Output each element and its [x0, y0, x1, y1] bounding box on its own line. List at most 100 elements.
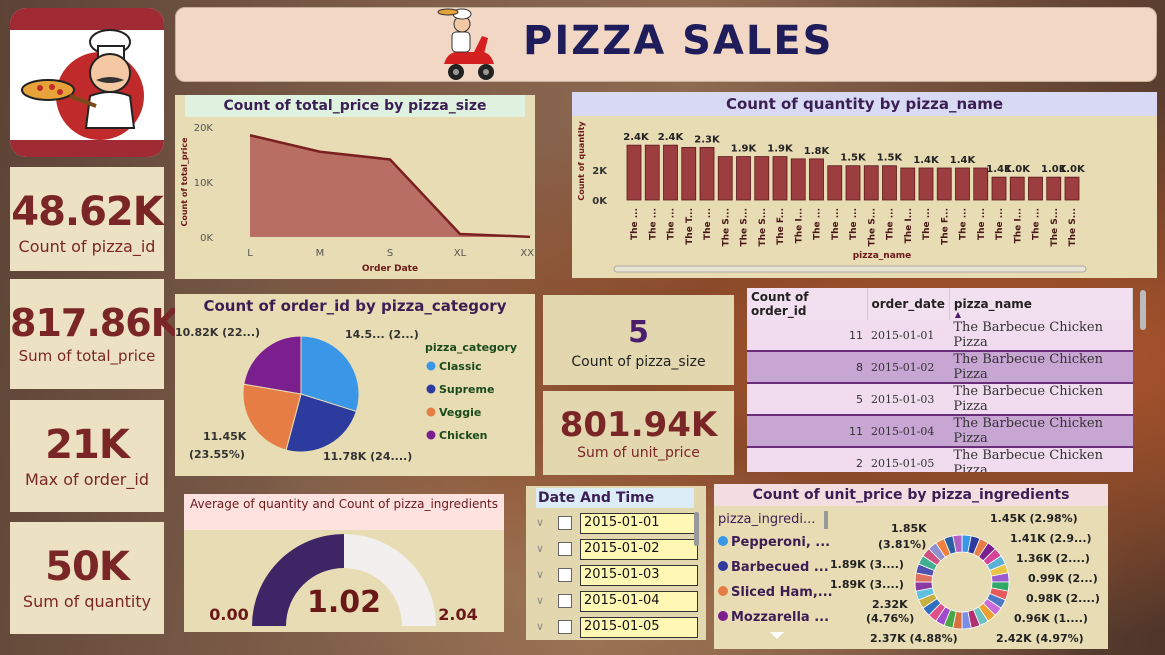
donut-data-label: 1.89K (3....) [830, 578, 904, 591]
pie-chart[interactable]: 14.5... (2...) 11.78K (24....) 11.45K (23.5… [175, 318, 535, 476]
checkbox[interactable] [558, 620, 572, 634]
x-tick-label: The F... [776, 208, 786, 245]
slicer-item[interactable]: ∨ 2015-01-05 [536, 616, 698, 638]
checkbox[interactable] [558, 542, 572, 556]
slicer-scrollbar[interactable] [694, 512, 699, 546]
column-header-name[interactable]: pizza_name ▲ [949, 288, 1133, 320]
x-tick-label: The ... [959, 208, 969, 240]
column-header-date[interactable]: order_date [867, 288, 950, 320]
y-tick-label: 0K [592, 196, 608, 207]
table-row[interactable]: 11 2015-01-01 The Barbecue Chicken Pizza [747, 320, 1133, 352]
pie-chart-card[interactable]: Count of order_id by pizza_category 14.5… [175, 294, 535, 476]
table-row[interactable]: 11 2015-01-04 The Barbecue Chicken Pizza [747, 415, 1133, 448]
gauge-value-label: 1.02 [307, 585, 381, 620]
chef-logo-icon [21, 29, 144, 140]
data-label: 1.5K [840, 153, 867, 164]
data-label: 1.5K [877, 153, 904, 164]
kpi-max-order-id: 21K Max of order_id [10, 400, 164, 512]
slicer-item[interactable]: ∨ 2015-01-02 [536, 538, 698, 560]
chevron-down-icon[interactable]: ∨ [536, 620, 550, 634]
cell-count: 2 [747, 447, 867, 472]
legend-title: pizza_ingredi... [718, 512, 815, 527]
x-tick-label: The I... [1013, 208, 1023, 243]
bar [863, 165, 879, 201]
table-row[interactable]: 2 2015-01-05 The Barbecue Chicken Pizza [747, 447, 1133, 472]
area-chart[interactable]: 0K 10K 20K Count of total_price L M S XL XXL Orde… [175, 117, 535, 279]
cell-pizza-name: The Barbecue Chicken Pizza [949, 351, 1133, 384]
cell-pizza-name: The Barbecue Chicken Pizza [949, 383, 1133, 416]
chevron-down-icon[interactable]: ∨ [536, 568, 550, 582]
gauge-min-label: 0.00 [209, 605, 248, 624]
table-row[interactable]: 5 2015-01-03 The Barbecue Chicken Pizza [747, 383, 1133, 416]
chevron-down-icon[interactable]: ∨ [536, 594, 550, 608]
legend-item-label: Veggie [439, 406, 481, 419]
x-tick-label: L [247, 248, 253, 259]
table-row[interactable]: 8 2015-01-02 The Barbecue Chicken Pizza [747, 351, 1133, 384]
bar [754, 156, 770, 201]
gauge-card[interactable]: Average of quantity and Count of pizza_i… [184, 494, 504, 632]
page-title: PIZZA SALES [523, 18, 834, 64]
date-slicer[interactable]: Date And Time ∨ 2015-01-01 ∨ 2015-01-02 ∨ 2… [526, 486, 706, 640]
y-tick-label: 2K [592, 166, 608, 177]
legend-scrollbar [824, 511, 828, 529]
bar [845, 165, 861, 201]
legend-marker [718, 611, 728, 621]
slice-label: (23.55%) [189, 448, 245, 461]
x-axis-label: Order Date [362, 264, 418, 274]
x-tick-label: The ... [922, 208, 932, 240]
kpi-label: Sum of unit_price [577, 445, 700, 461]
slicer-item[interactable]: ∨ 2015-01-04 [536, 590, 698, 612]
slicer-item[interactable]: ∨ 2015-01-01 [536, 512, 698, 534]
legend-marker [426, 361, 436, 371]
chevron-down-icon[interactable]: ∨ [536, 516, 550, 530]
bar [827, 165, 843, 201]
bar-chart[interactable]: 2K 0K Count of quantity The ... The ... The .… [572, 116, 1157, 278]
slicer-item[interactable]: ∨ 2015-01-03 [536, 564, 698, 586]
checkbox[interactable] [558, 568, 572, 582]
data-label: 1.9K [731, 144, 758, 155]
data-label: 2.4K [658, 132, 685, 143]
area-chart-card[interactable]: Count of total_price by pizza_size 0K 10K… [175, 95, 535, 279]
sort-ascending-icon[interactable]: ▲ [955, 310, 961, 319]
y-axis-label: Count of quantity [577, 121, 586, 201]
cell-count: 8 [747, 351, 867, 384]
column-header-count[interactable]: Count of order_id [747, 288, 868, 320]
x-tick-label: The F... [940, 208, 950, 245]
data-label: 1.4K [913, 155, 940, 166]
y-axis-label: Count of total_price [180, 137, 189, 227]
orders-table[interactable]: Count of order_id order_date pizza_name ▲… [747, 288, 1133, 472]
x-tick-label: S [387, 248, 393, 259]
x-axis-label: pizza_name [853, 251, 912, 261]
bar [717, 156, 733, 201]
donut-chart-card[interactable]: Count of unit_price by pizza_ingredients… [714, 484, 1108, 649]
donut-data-label: 1.45K (2.98%) [990, 512, 1078, 525]
x-tick-label: The ... [849, 208, 859, 240]
chevron-down-icon[interactable]: ∨ [536, 542, 550, 556]
data-label: 1.4K [950, 155, 977, 166]
legend-item-label: Sliced Ham,... [731, 585, 833, 600]
kpi-value: 5 [628, 315, 649, 350]
donut-chart[interactable]: pizza_ingredi... Pepperoni, ... Barbecued … [714, 506, 1108, 649]
gauge-chart[interactable]: 1.02 0.00 2.04 [184, 530, 504, 632]
x-tick-label: The ... [630, 208, 640, 240]
checkbox[interactable] [558, 594, 572, 608]
x-tick-label: The S... [758, 208, 768, 247]
x-tick-label: The ... [667, 208, 677, 240]
donut-data-label: (3.81%) [878, 538, 926, 551]
orders-grid[interactable]: Count of order_id order_date pizza_name ▲… [747, 288, 1133, 472]
gauge-max-label: 2.04 [438, 605, 477, 624]
table-scrollbar[interactable] [1140, 290, 1146, 330]
donut-data-label: (4.76%) [866, 612, 914, 625]
bar-chart-card[interactable]: Count of quantity by pizza_name 2K 0K Coun… [572, 92, 1157, 278]
cell-pizza-name: The Barbecue Chicken Pizza [949, 447, 1133, 472]
checkbox[interactable] [558, 516, 572, 530]
kpi-value: 817.86K [10, 301, 180, 345]
slicer-item-label: 2015-01-01 [580, 512, 698, 534]
pizza-delivery-scooter-icon [437, 8, 494, 80]
slicer-title: Date And Time [536, 488, 694, 508]
donut-data-label: 0.96K (1....) [1014, 612, 1088, 625]
table-header-row: Count of order_id order_date pizza_name ▲ [747, 288, 1133, 320]
slicer-item-label: 2015-01-03 [580, 564, 698, 586]
legend-item-label: Mozzarella ... [731, 610, 829, 625]
bar [681, 147, 697, 201]
